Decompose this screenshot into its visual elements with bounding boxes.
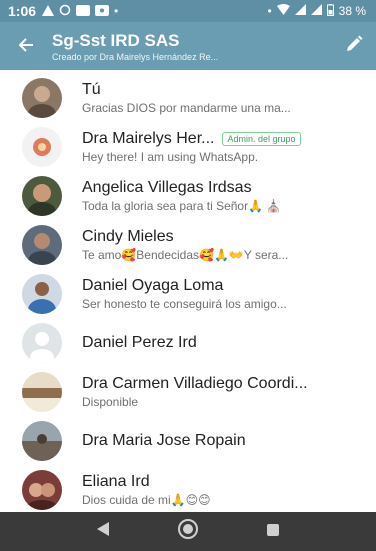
nav-back-button[interactable]	[83, 512, 123, 551]
app-bar: Sg-Sst IRD SAS Creado por Dra Mairelys H…	[0, 22, 376, 70]
participant-name: Cindy Mieles	[82, 228, 174, 245]
nav-home-button[interactable]	[168, 512, 208, 551]
participant-status: Te amo🥰Bendecidas🥰🙏👐Y sera...	[82, 248, 289, 262]
sync-icon	[59, 4, 71, 18]
participant-row[interactable]: Eliana Ird Dios cuida de mi🙏😊😊	[0, 464, 376, 512]
edit-button[interactable]	[332, 22, 376, 70]
participant-row[interactable]: Angelica Villegas Irdsas Toda la gloria …	[0, 170, 376, 222]
signal-2-icon	[310, 4, 322, 18]
group-header[interactable]: Sg-Sst IRD SAS Creado por Dra Mairelys H…	[52, 31, 332, 62]
wifi-icon	[276, 4, 290, 18]
participant-name: Daniel Oyaga Loma	[82, 277, 224, 294]
message-icon	[76, 4, 91, 18]
admin-badge: Admin. del grupo	[222, 132, 301, 146]
participant-name: Dra Maria Jose Ropain	[82, 432, 246, 449]
avatar	[22, 78, 62, 118]
participant-name: Dra Carmen Villadiego Coordi...	[82, 375, 308, 392]
avatar	[22, 372, 62, 412]
participant-row[interactable]: Tú Gracias DIOS por mandarme una ma...	[0, 72, 376, 124]
participant-status: Ser honesto te conseguirá los amigo...	[82, 297, 287, 311]
participant-name: Dra Mairelys Her...	[82, 130, 215, 147]
avatar	[22, 176, 62, 216]
participant-status: Toda la gloria sea para ti Señor🙏 ⛪	[82, 199, 282, 213]
media-icon	[95, 4, 110, 18]
participant-name: Tú	[82, 81, 101, 98]
battery-percent: 38 %	[338, 4, 366, 18]
back-triangle-icon	[96, 522, 109, 541]
avatar	[22, 225, 62, 265]
participant-name: Eliana Ird	[82, 473, 150, 490]
group-title: Sg-Sst IRD SAS	[52, 30, 180, 50]
avatar	[22, 127, 62, 167]
participant-row[interactable]: Dra Carmen Villadiego Coordi... Disponib…	[0, 366, 376, 418]
participant-status: Disponible	[82, 395, 139, 409]
dot-icon: •	[267, 4, 272, 18]
participant-row[interactable]: Daniel Oyaga Loma Ser honesto te consegu…	[0, 268, 376, 320]
participant-row[interactable]: Daniel Perez Ird	[0, 317, 376, 369]
avatar-placeholder-icon	[22, 323, 62, 363]
participant-status: Hey there! I am using WhatsApp.	[82, 150, 259, 164]
home-circle-icon	[177, 518, 199, 545]
status-bar: 1:06 • • 38 %	[0, 0, 376, 22]
participant-name: Daniel Perez Ird	[82, 334, 197, 351]
nav-recents-button[interactable]	[253, 512, 293, 551]
back-button[interactable]	[0, 22, 52, 70]
recents-square-icon	[267, 523, 280, 541]
group-subtitle: Creado por Dra Mairelys Hernández Re...	[52, 51, 219, 62]
status-time: 1:06	[8, 3, 37, 19]
avatar	[22, 470, 62, 510]
participant-list: Tú Gracias DIOS por mandarme una ma... D…	[0, 70, 376, 512]
signal-icon	[294, 4, 306, 18]
warning-icon	[42, 4, 55, 18]
participant-row[interactable]: Dra Mairelys Her... Admin. del grupo Hey…	[0, 121, 376, 173]
participant-name: Angelica Villegas Irdsas	[82, 179, 252, 196]
participant-status: Dios cuida de mi🙏😊😊	[82, 493, 211, 507]
arrow-left-icon	[18, 33, 34, 59]
notification-dot-icon: •	[114, 4, 119, 18]
avatar	[22, 274, 62, 314]
avatar	[22, 421, 62, 461]
navigation-bar	[0, 512, 376, 551]
participant-row[interactable]: Dra Maria Jose Ropain	[0, 415, 376, 467]
battery-icon	[326, 3, 334, 19]
pencil-icon	[345, 35, 363, 58]
participant-row[interactable]: Cindy Mieles Te amo🥰Bendecidas🥰🙏👐Y sera.…	[0, 219, 376, 271]
participant-status: Gracias DIOS por mandarme una ma...	[82, 101, 291, 115]
